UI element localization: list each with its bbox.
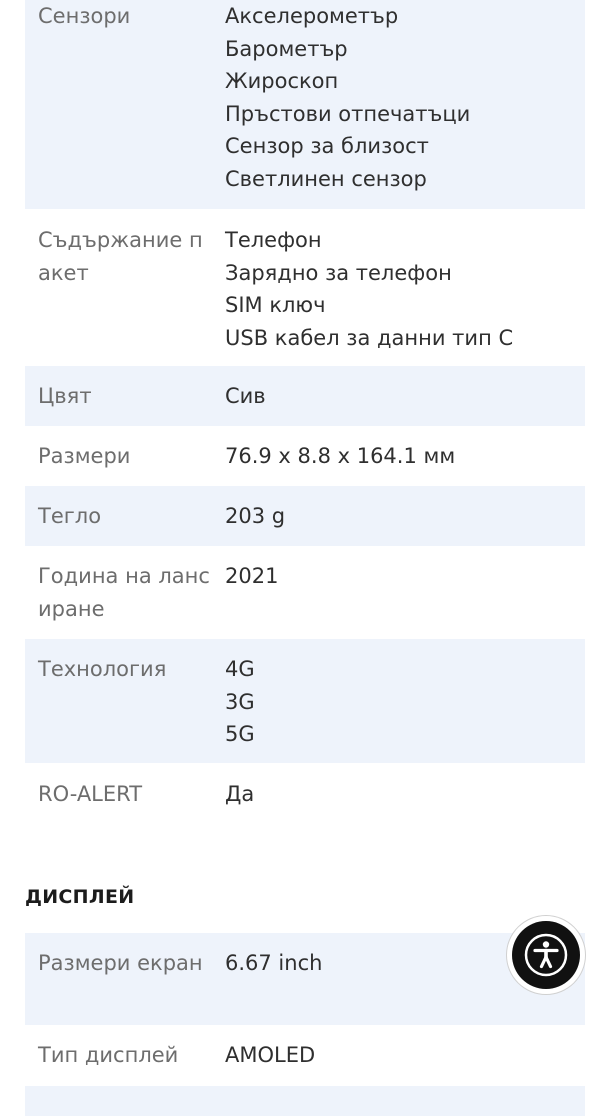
- spec-value: Барометър: [225, 36, 348, 61]
- spec-label: Сензори: [38, 4, 131, 28]
- spec-values: Да: [225, 778, 573, 823]
- accessibility-icon: [524, 933, 568, 977]
- spec-value: Жироскоп: [225, 69, 339, 93]
- spec-values: Сив: [225, 380, 573, 426]
- spec-label: Съдържание пакет: [38, 228, 203, 285]
- spec-row-screen-size: Размери екран 6.67 inch: [25, 933, 585, 1025]
- spec-value: Сензор за близост: [225, 134, 429, 158]
- spec-row-dimensions: Размери 76.9 x 8.8 x 164.1 мм: [25, 426, 585, 486]
- spec-value: 5G: [225, 722, 255, 746]
- spec-value: Акселерометър: [225, 4, 399, 28]
- display-specs-table: Размери екран 6.67 inch Тип дисплей AMOL…: [25, 933, 585, 1116]
- spec-row-weight: Тегло 203 g: [25, 486, 585, 546]
- spec-value: Светлинен сензор: [225, 166, 427, 191]
- spec-values: 4G 3G 5G: [225, 653, 573, 763]
- accessibility-button-inner: [512, 921, 580, 989]
- spec-label: Размери: [38, 444, 131, 468]
- spec-value: 2021: [225, 564, 279, 588]
- spec-row-partial: [25, 1086, 585, 1116]
- specs-table: Сензори Акселерометър Барометър Жироскоп…: [25, 0, 585, 823]
- spec-value: 203 g: [225, 504, 286, 528]
- spec-row-launch-year: Година на лансиране 2021: [25, 546, 585, 639]
- spec-value: Телефон: [225, 228, 322, 252]
- spec-label: Технология: [38, 657, 167, 681]
- spec-label: Година на лансиране: [38, 564, 210, 621]
- spec-label: RO-ALERT: [38, 782, 143, 806]
- spec-value: USB кабел за данни тип C: [225, 325, 514, 350]
- spec-value: 76.9 x 8.8 x 164.1 мм: [225, 444, 456, 468]
- spec-label: Тип дисплей: [38, 1043, 179, 1067]
- spec-row-technology: Технология 4G 3G 5G: [25, 639, 585, 763]
- spec-value: AMOLED: [225, 1043, 316, 1067]
- spec-value: Сив: [225, 384, 266, 408]
- spec-row-color: Цвят Сив: [25, 366, 585, 426]
- spec-values: AMOLED: [225, 1039, 573, 1086]
- spec-row-display-type: Тип дисплей AMOLED: [25, 1025, 585, 1086]
- spec-value: SIM ключ: [225, 293, 326, 317]
- spec-label: Цвят: [38, 384, 92, 408]
- spec-values: 2021: [225, 560, 573, 639]
- spec-label: Размери екран: [38, 951, 203, 975]
- spec-value: Пръстови отпечатъци: [225, 101, 471, 126]
- spec-value: 3G: [225, 689, 255, 714]
- spec-values: Телефон Зарядно за телефон SIM ключ USB …: [225, 224, 573, 366]
- spec-row-ro-alert: RO-ALERT Да: [25, 763, 585, 823]
- spec-label: Тегло: [38, 504, 102, 528]
- spec-values: Акселерометър Барометър Жироскоп Пръстов…: [225, 0, 573, 209]
- accessibility-button[interactable]: [507, 916, 585, 994]
- spec-values: 76.9 x 8.8 x 164.1 мм: [225, 440, 573, 486]
- spec-values: 203 g: [225, 500, 573, 546]
- spec-value: Зарядно за телефон: [225, 260, 452, 285]
- spec-value: Да: [225, 782, 255, 806]
- spec-row-sensors: Сензори Акселерометър Барометър Жироскоп…: [25, 0, 585, 209]
- section-title-display: ДИСПЛЕЙ: [25, 886, 135, 908]
- spec-value: 4G: [225, 657, 255, 681]
- spec-row-package: Съдържание пакет Телефон Зарядно за теле…: [25, 209, 585, 366]
